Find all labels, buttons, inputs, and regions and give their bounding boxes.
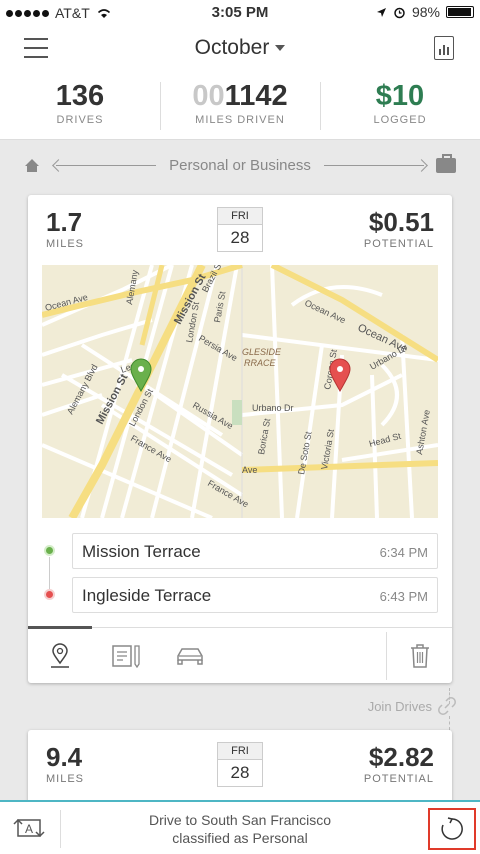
logged-label: LOGGED xyxy=(373,114,427,126)
map-label: Persia Ave xyxy=(197,333,239,363)
map-label: Borica St xyxy=(256,417,272,455)
delete-button[interactable] xyxy=(400,640,440,672)
map-label: GLESIDE xyxy=(242,347,282,357)
auto-classify-icon: A xyxy=(13,818,45,838)
location-arrow-icon xyxy=(376,7,386,17)
tab-notes[interactable] xyxy=(106,640,146,672)
end-location[interactable]: Ingleside Terrace 6:43 PM xyxy=(72,577,438,613)
drive-potential-label: POTENTIAL xyxy=(363,238,434,250)
toast-line-2: classified as Personal xyxy=(172,830,308,846)
miles-label: MILES DRIVEN xyxy=(195,114,285,126)
route-connector xyxy=(49,557,50,589)
toast-message: Drive to South San Francisco classified … xyxy=(60,811,420,847)
status-right: 98% xyxy=(376,4,474,20)
month-label: October xyxy=(194,36,270,59)
map-pin-icon xyxy=(51,643,69,668)
drive-day: 28 xyxy=(230,228,250,247)
end-location-name: Ingleside Terrace xyxy=(82,586,212,605)
miles-count: 001142 xyxy=(160,80,320,113)
drive-miles-label: MILES xyxy=(46,773,85,785)
end-dot-icon xyxy=(44,589,55,600)
car-icon xyxy=(177,648,203,665)
undo-button[interactable] xyxy=(428,808,476,850)
tab-separator xyxy=(386,632,387,680)
end-time: 6:43 PM xyxy=(379,589,428,604)
map-label: Alemany xyxy=(124,269,140,306)
start-location[interactable]: Mission Terrace 6:34 PM xyxy=(72,533,438,569)
active-tab-indicator xyxy=(28,626,92,629)
join-drives-link[interactable]: Join Drives xyxy=(368,697,456,715)
start-location-name: Mission Terrace xyxy=(82,542,201,561)
start-dot-icon xyxy=(44,545,55,556)
drive-potential-label: POTENTIAL xyxy=(363,773,434,785)
drive-card[interactable]: 1.7 MILES FRI 28 $0.51 POTENTIAL Ocean A… xyxy=(28,195,452,683)
drives-stat: 136 DRIVES xyxy=(0,72,160,139)
notes-icon xyxy=(112,645,140,668)
drive-weekday: FRI xyxy=(218,743,262,760)
logged-amount: $10 xyxy=(375,80,425,112)
drive-card-tabs xyxy=(28,626,452,683)
drive-miles-value: 9.4 xyxy=(46,742,83,772)
swipe-hint: Personal or Business xyxy=(0,150,480,182)
map-label: Urbano Dr xyxy=(252,403,294,413)
battery-icon xyxy=(446,6,474,18)
svg-text:A: A xyxy=(25,822,33,836)
hint-line-right xyxy=(324,165,424,166)
report-icon[interactable] xyxy=(434,36,454,60)
drive-potential: $0.51 POTENTIAL xyxy=(364,207,434,250)
stats-bar: 136 DRIVES 001142 MILES DRIVEN $10 LOGGE… xyxy=(0,72,480,140)
drive-miles: 1.7 MILES xyxy=(46,207,84,250)
map-label: RRACE xyxy=(244,358,277,368)
join-drives-label: Join Drives xyxy=(367,698,432,714)
auto-classify-button[interactable]: A xyxy=(10,814,48,842)
drive-miles-value: 1.7 xyxy=(46,207,83,237)
status-bar: AT&T 3:05 PM 98% xyxy=(0,0,480,26)
map-label: France Ave xyxy=(206,478,250,509)
drives-count: 136 xyxy=(55,80,105,112)
link-icon xyxy=(438,697,456,715)
drive-miles: 9.4 MILES xyxy=(46,742,84,785)
caret-down-icon xyxy=(275,45,286,52)
alarm-icon xyxy=(394,7,405,18)
classification-toast: A Drive to South San Francisco classifie… xyxy=(0,800,480,854)
month-selector[interactable]: October xyxy=(0,36,480,60)
logged-stat: $10 LOGGED xyxy=(320,72,480,139)
map-label: Paris St xyxy=(212,290,227,323)
miles-stat: 001142 MILES DRIVEN xyxy=(160,72,320,139)
tab-vehicle[interactable] xyxy=(170,640,210,672)
briefcase-icon xyxy=(436,154,456,173)
drive-date: FRI 28 xyxy=(217,207,263,252)
miles-leading-zeros: 00 xyxy=(192,80,225,112)
drive-potential-value: $0.51 xyxy=(368,207,434,237)
route-map[interactable]: Ocean Ave Mission St Mission St Alemany … xyxy=(42,265,438,518)
start-time: 6:34 PM xyxy=(379,545,428,560)
undo-icon xyxy=(441,817,463,840)
drives-label: DRIVES xyxy=(56,114,104,126)
join-dash-bottom xyxy=(449,716,450,730)
battery-percent: 98% xyxy=(411,4,440,20)
tab-map[interactable] xyxy=(40,640,80,672)
drive-day: 28 xyxy=(230,763,250,782)
toast-line-1: Drive to South San Francisco xyxy=(148,812,332,828)
drive-miles-label: MILES xyxy=(46,238,85,250)
end-pin-icon xyxy=(329,358,351,393)
drive-weekday: FRI xyxy=(218,208,262,225)
drive-potential-value: $2.82 xyxy=(368,742,434,772)
drive-potential: $2.82 POTENTIAL xyxy=(364,742,434,785)
map-label: Ave xyxy=(242,465,257,475)
drive-date: FRI 28 xyxy=(217,742,263,787)
map-label: Alemany Blvd xyxy=(65,363,100,416)
trash-icon xyxy=(411,644,429,668)
nav-bar: October xyxy=(0,26,480,72)
miles-value: 1142 xyxy=(224,80,288,112)
